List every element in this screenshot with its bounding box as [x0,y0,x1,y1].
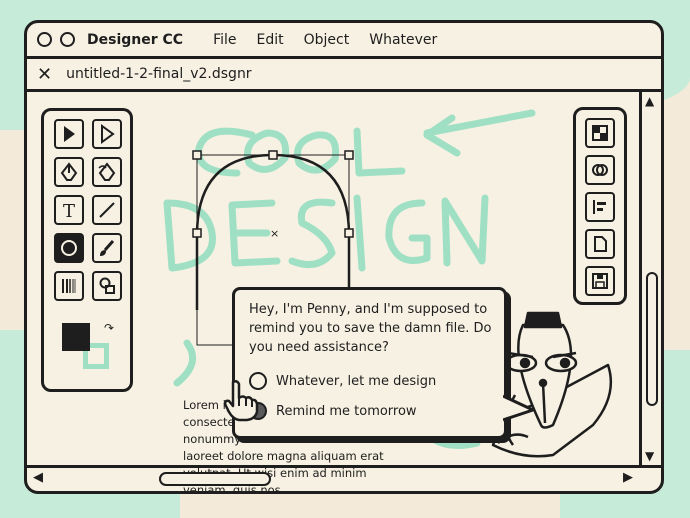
line-icon[interactable] [92,195,122,225]
center-mark: × [270,227,279,240]
curvature-pen-icon[interactable] [92,157,122,187]
option-let-me-design[interactable]: Whatever, let me design [249,372,436,390]
selection-arrow-icon[interactable] [54,119,84,149]
horizontal-scrollbar[interactable]: ◀ ▶ [27,465,661,491]
tools-palette: T ↷ [41,108,133,392]
speech-tail [503,394,535,422]
ellipse-icon[interactable] [54,233,84,263]
shape-builder-icon[interactable] [92,271,122,301]
scroll-right-icon[interactable]: ▶ [623,470,633,485]
pathfinder-icon[interactable] [585,155,615,185]
gradient-icon[interactable] [54,271,84,301]
assistant-dialog: Hey, I'm Penny, and I'm supposed to remi… [232,287,535,439]
document-icon[interactable] [585,229,615,259]
panels-dock [573,107,627,305]
direct-select-icon[interactable] [92,119,122,149]
brush-icon[interactable] [92,233,122,263]
swap-colors-icon[interactable]: ↷ [104,321,114,335]
app-window: Designer CC File Edit Object Whatever ✕ … [24,20,664,494]
fill-color-swatch[interactable] [62,323,90,351]
pen-icon[interactable] [54,157,84,187]
align-icon[interactable] [585,192,615,222]
svg-text:T: T [63,201,75,220]
scroll-down-icon[interactable]: ▼ [645,449,654,463]
hand-pointer-icon [223,380,259,422]
assistant-message: Hey, I'm Penny, and I'm supposed to remi… [249,302,492,355]
layers-icon[interactable] [585,118,615,148]
vertical-scrollbar[interactable]: ▲ ▼ [639,92,661,465]
option-remind-tomorrow[interactable]: Remind me tomorrow [249,402,417,420]
scroll-left-icon[interactable]: ◀ [33,470,43,485]
type-icon[interactable]: T [54,195,84,225]
save-icon[interactable] [585,266,615,296]
vertical-scroll-thumb[interactable] [646,272,658,406]
horizontal-scroll-thumb[interactable] [159,472,271,486]
scroll-up-icon[interactable]: ▲ [645,94,654,108]
option-label: Remind me tomorrow [276,403,417,419]
option-label: Whatever, let me design [276,373,437,389]
